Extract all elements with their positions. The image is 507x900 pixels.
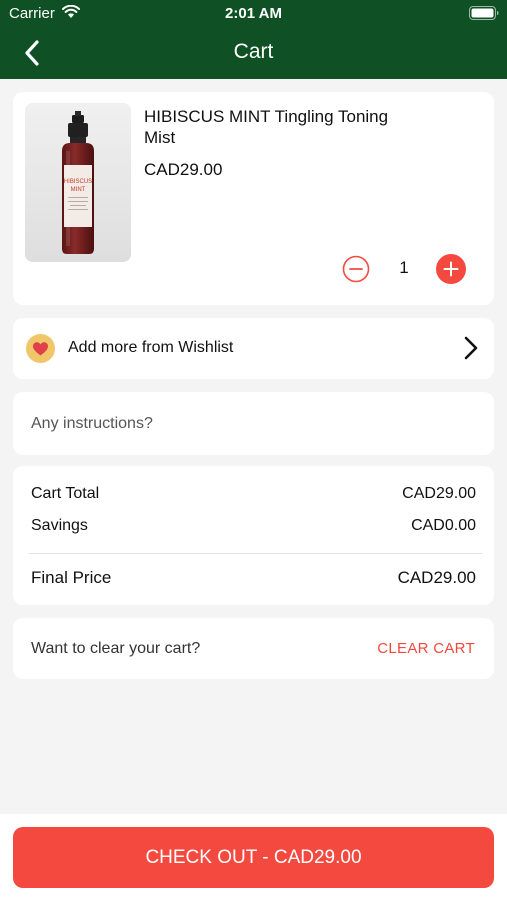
battery-icon [469, 6, 499, 20]
page-title: Cart [233, 40, 274, 63]
app-header: Carrier 2:01 AM Cart [0, 0, 507, 79]
status-bar: Carrier 2:01 AM [0, 0, 507, 28]
savings-value: CAD0.00 [411, 517, 476, 534]
wishlist-label: Add more from Wishlist [68, 339, 234, 356]
plus-circle-icon[interactable] [436, 254, 466, 284]
instructions-input[interactable] [21, 402, 486, 445]
nav-bar: Cart [0, 28, 507, 79]
bottom-bar: CHECK OUT - CAD29.00 [0, 814, 507, 900]
product-bottle-illustration: HIBISCUS MINT [25, 103, 131, 262]
cart-total-value: CAD29.00 [402, 485, 476, 502]
clear-cart-question: Want to clear your cart? [31, 640, 201, 657]
product-price: CAD29.00 [144, 160, 223, 179]
clear-cart-button[interactable]: CLEAR CART [377, 640, 475, 657]
chevron-right-icon [464, 336, 478, 360]
quantity-value: 1 [399, 258, 409, 277]
cart-total-label: Cart Total [31, 485, 100, 502]
savings-label: Savings [31, 517, 88, 534]
final-price-value: CAD29.00 [397, 568, 476, 587]
heart-icon [26, 334, 55, 363]
cart-item-card: HIBISCUS MINT HIBISCUS MINT Tingling Ton… [13, 92, 494, 305]
wishlist-row[interactable]: Add more from Wishlist [13, 318, 494, 379]
instructions-card [13, 392, 494, 455]
bottle-label-line2: MINT [71, 187, 86, 193]
totals-card: Cart Total CAD29.00 Savings CAD0.00 Fina… [13, 466, 494, 605]
divider [29, 553, 482, 554]
checkout-button[interactable]: CHECK OUT - CAD29.00 [13, 827, 494, 888]
minus-circle-icon[interactable] [342, 255, 370, 283]
clear-cart-card: Want to clear your cart? CLEAR CART [13, 618, 494, 679]
product-image[interactable]: HIBISCUS MINT [25, 103, 131, 262]
product-name[interactable]: HIBISCUS MINT Tingling Toning Mist [144, 106, 404, 148]
final-price-label: Final Price [31, 568, 112, 587]
status-time: 2:01 AM [225, 5, 282, 22]
